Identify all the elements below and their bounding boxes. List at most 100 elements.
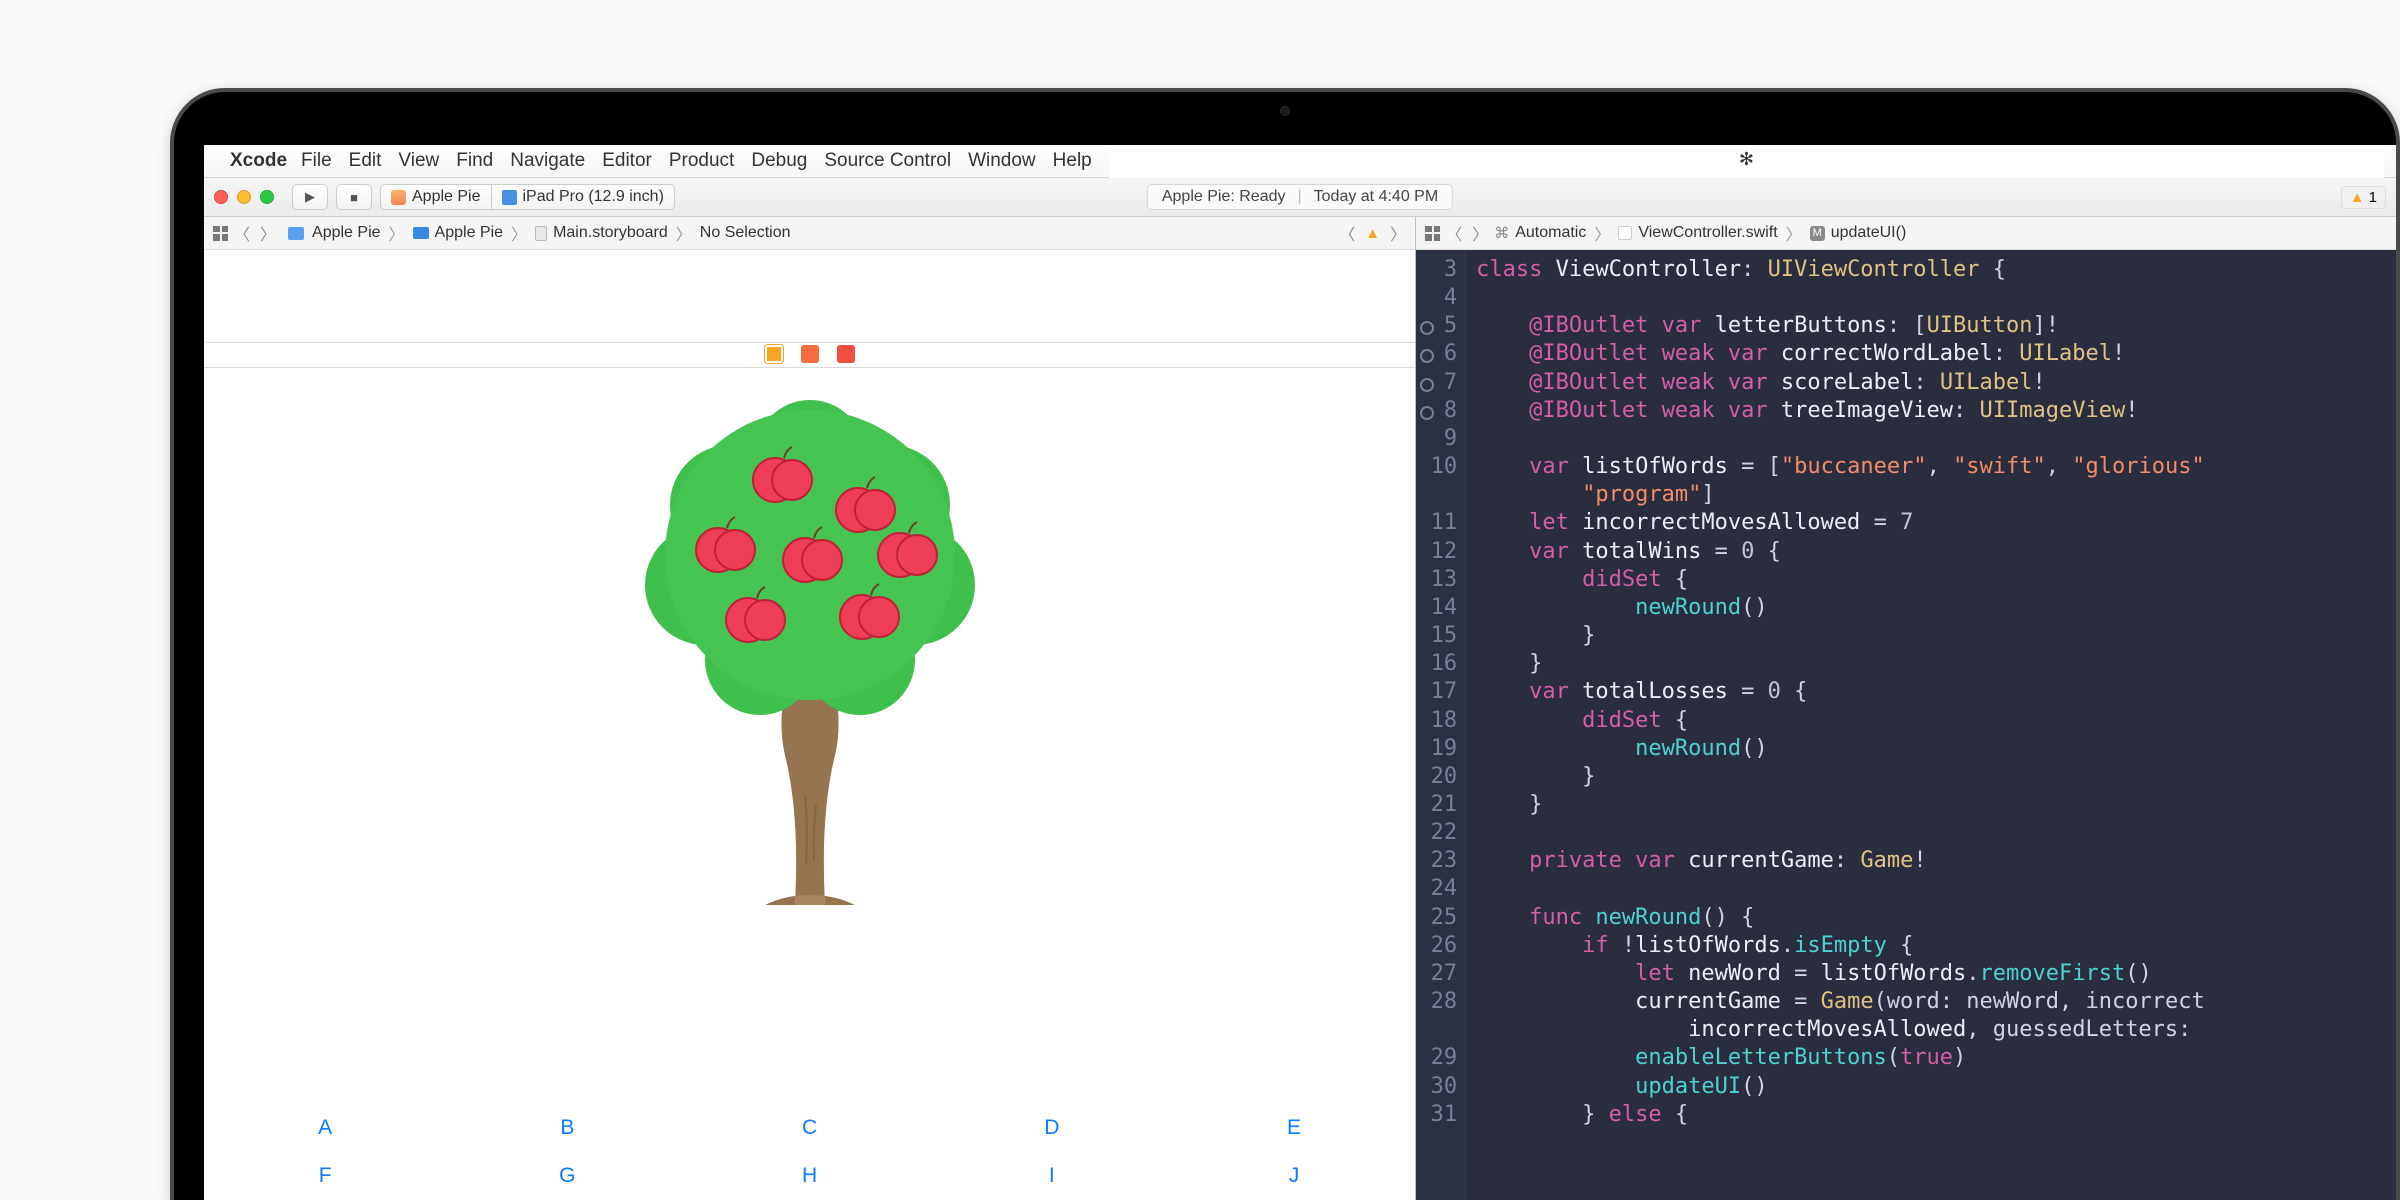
line-number[interactable]: 22: [1416, 819, 1457, 847]
line-gutter[interactable]: 3456789101112131415161718192021222324252…: [1416, 250, 1466, 1200]
app-menu[interactable]: Xcode: [230, 150, 287, 172]
code-line[interactable]: @IBOutlet weak var treeImageView: UIImag…: [1476, 397, 2396, 425]
jump-bar-left[interactable]: 〈〉 Apple Pie 〉 Apple Pie 〉 Main.storyboa…: [204, 217, 1415, 250]
line-number[interactable]: 5: [1416, 312, 1457, 340]
code-line[interactable]: updateUI(): [1476, 1073, 2396, 1101]
menu-view[interactable]: View: [398, 150, 439, 171]
issues-badge[interactable]: ▲ 1: [2341, 186, 2386, 209]
line-number[interactable]: 27: [1416, 960, 1457, 988]
nav-back2-icon[interactable]: 〈: [1339, 221, 1355, 245]
tree-image-view[interactable]: [610, 385, 1010, 915]
line-number[interactable]: [1416, 481, 1457, 509]
storyboard-canvas[interactable]: ABCDEFGHIJ: [204, 250, 1415, 1200]
letter-button-e[interactable]: E: [1173, 1104, 1415, 1152]
letter-button-b[interactable]: B: [446, 1104, 688, 1152]
line-number[interactable]: [1416, 1016, 1457, 1044]
code-line[interactable]: [1476, 425, 2396, 453]
code-line[interactable]: var totalWins = 0 {: [1476, 538, 2396, 566]
line-number[interactable]: 6: [1416, 340, 1457, 368]
menu-file[interactable]: File: [301, 150, 332, 171]
code-line[interactable]: didSet {: [1476, 566, 2396, 594]
code-line[interactable]: let incorrectMovesAllowed = 7: [1476, 509, 2396, 537]
code-line[interactable]: } else {: [1476, 1101, 2396, 1129]
letter-button-h[interactable]: H: [688, 1152, 930, 1200]
line-number[interactable]: 16: [1416, 650, 1457, 678]
menu-edit[interactable]: Edit: [349, 150, 382, 171]
code-line[interactable]: class ViewController: UIViewController {: [1476, 256, 2396, 284]
nav-back-icon[interactable]: 〈: [234, 221, 250, 245]
code-line[interactable]: @IBOutlet var letterButtons: [UIButton]!: [1476, 312, 2396, 340]
path-automatic[interactable]: Automatic: [1515, 224, 1586, 242]
nav-fwd-icon[interactable]: 〉: [1472, 221, 1488, 245]
letter-button-f[interactable]: F: [204, 1152, 446, 1200]
nav-fwd-icon[interactable]: 〉: [260, 221, 276, 245]
storyboard-scene[interactable]: ABCDEFGHIJ: [204, 342, 1415, 1200]
letter-button-i[interactable]: I: [931, 1152, 1173, 1200]
menu-help[interactable]: Help: [1053, 150, 1092, 171]
activity-viewer[interactable]: Apple Pie: Ready | Today at 4:40 PM: [1147, 184, 1453, 210]
minimize-window-button[interactable]: [237, 190, 251, 204]
line-number[interactable]: 9: [1416, 425, 1457, 453]
exit-icon[interactable]: [837, 345, 855, 363]
letter-button-c[interactable]: C: [688, 1104, 930, 1152]
line-number[interactable]: 11: [1416, 509, 1457, 537]
line-number[interactable]: 7: [1416, 369, 1457, 397]
line-number[interactable]: 17: [1416, 678, 1457, 706]
path-folder[interactable]: Apple Pie: [435, 224, 504, 242]
line-number[interactable]: 30: [1416, 1073, 1457, 1101]
code-line[interactable]: didSet {: [1476, 707, 2396, 735]
line-number[interactable]: 12: [1416, 538, 1457, 566]
code-line[interactable]: incorrectMovesAllowed, guessedLetters:: [1476, 1016, 2396, 1044]
line-number[interactable]: 10: [1416, 453, 1457, 481]
code-line[interactable]: var listOfWords = ["buccaneer", "swift",…: [1476, 453, 2396, 481]
code-line[interactable]: private var currentGame: Game!: [1476, 847, 2396, 875]
code-line[interactable]: currentGame = Game(word: newWord, incorr…: [1476, 988, 2396, 1016]
line-number[interactable]: 13: [1416, 566, 1457, 594]
code-editor[interactable]: 3456789101112131415161718192021222324252…: [1416, 250, 2396, 1200]
code-line[interactable]: }: [1476, 650, 2396, 678]
zoom-window-button[interactable]: [260, 190, 274, 204]
line-number[interactable]: 24: [1416, 875, 1457, 903]
code-line[interactable]: newRound(): [1476, 594, 2396, 622]
letter-button-g[interactable]: G: [446, 1152, 688, 1200]
code-content[interactable]: class ViewController: UIViewController {…: [1466, 250, 2396, 1200]
viewcontroller-icon[interactable]: [765, 345, 783, 363]
line-number[interactable]: 21: [1416, 791, 1457, 819]
code-line[interactable]: }: [1476, 763, 2396, 791]
code-line[interactable]: [1476, 819, 2396, 847]
letter-button-d[interactable]: D: [931, 1104, 1173, 1152]
code-line[interactable]: let newWord = listOfWords.removeFirst(): [1476, 960, 2396, 988]
menu-find[interactable]: Find: [456, 150, 493, 171]
warning-icon[interactable]: ▲: [1365, 225, 1380, 242]
bluetooth-icon[interactable]: ✻: [1739, 149, 1754, 170]
jump-bar-right[interactable]: 〈〉 ⌘Automatic 〉 ViewController.swift 〉 M…: [1416, 217, 2396, 250]
line-number[interactable]: 19: [1416, 735, 1457, 763]
code-line[interactable]: [1476, 284, 2396, 312]
scheme-selector[interactable]: Apple Pie iPad Pro (12.9 inch): [380, 184, 675, 210]
code-line[interactable]: "program"]: [1476, 481, 2396, 509]
close-window-button[interactable]: [214, 190, 228, 204]
line-number[interactable]: 4: [1416, 284, 1457, 312]
code-line[interactable]: [1476, 875, 2396, 903]
path-project[interactable]: Apple Pie: [312, 224, 381, 242]
line-number[interactable]: 25: [1416, 904, 1457, 932]
line-number[interactable]: 3: [1416, 256, 1457, 284]
line-number[interactable]: 15: [1416, 622, 1457, 650]
path-method[interactable]: updateUI(): [1831, 224, 1907, 242]
first-responder-icon[interactable]: [801, 345, 819, 363]
run-button[interactable]: ▶: [292, 184, 328, 210]
nav-back-icon[interactable]: 〈: [1446, 221, 1462, 245]
menu-debug[interactable]: Debug: [751, 150, 807, 171]
menu-product[interactable]: Product: [669, 150, 734, 171]
code-line[interactable]: newRound(): [1476, 735, 2396, 763]
code-line[interactable]: }: [1476, 791, 2396, 819]
code-line[interactable]: enableLetterButtons(true): [1476, 1044, 2396, 1072]
related-items-icon[interactable]: [1425, 226, 1440, 241]
line-number[interactable]: 8: [1416, 397, 1457, 425]
code-line[interactable]: @IBOutlet weak var scoreLabel: UILabel!: [1476, 369, 2396, 397]
code-line[interactable]: func newRound() {: [1476, 904, 2396, 932]
line-number[interactable]: 23: [1416, 847, 1457, 875]
letter-button-j[interactable]: J: [1173, 1152, 1415, 1200]
code-line[interactable]: var totalLosses = 0 {: [1476, 678, 2396, 706]
menu-source-control[interactable]: Source Control: [824, 150, 951, 171]
